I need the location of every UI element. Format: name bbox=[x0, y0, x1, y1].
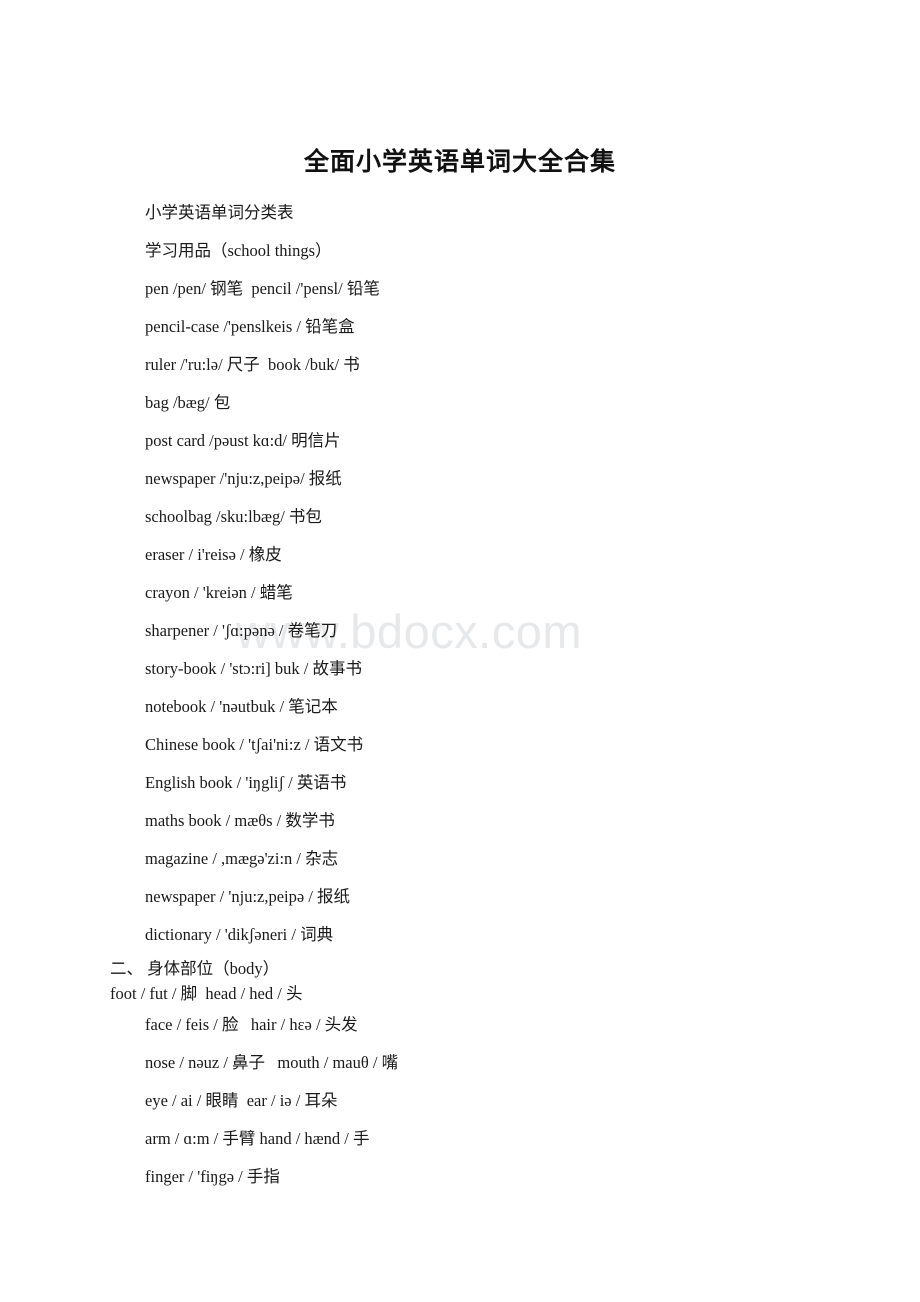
word-list: 小学英语单词分类表学习用品（school things） pen /pen/ 钢笔… bbox=[0, 180, 920, 1196]
line-entry-pen-pencil: pen /pen/ 钢笔 pencil /'pensl/ 铅笔 bbox=[145, 279, 380, 298]
line-entry-magazine: magazine / ,mægə'zi:n / 杂志 bbox=[145, 849, 339, 868]
line-entry-dictionary: dictionary / 'dikʃəneri / 词典 bbox=[145, 925, 334, 944]
line-entry-chinese-book: Chinese book / 'tʃai'ni:z / 语文书 bbox=[145, 735, 364, 754]
line-entry-finger: finger / 'fiŋgə / 手指 bbox=[145, 1167, 280, 1186]
page-title: 全面小学英语单词大全合集 bbox=[303, 149, 616, 176]
line-subtitle: 小学英语单词分类表 bbox=[145, 203, 294, 222]
line-entry-bag: bag /bæg/ 包 bbox=[145, 393, 231, 412]
line-entry-maths-book: maths book / mæθs / 数学书 bbox=[145, 811, 335, 830]
line-entry-newspaper-1: newspaper /'nju:z,peipə/ 报纸 bbox=[145, 469, 342, 488]
document-page: www.bdocx.com 全面小学英语单词大全合集 小学英语单词分类表 学习用品… bbox=[0, 0, 920, 1302]
line-entry-crayon: crayon / 'kreiən / 蜡笔 bbox=[145, 583, 293, 602]
line-entry-eye-ear: eye / ai / 眼睛 ear / iə / 耳朵 bbox=[145, 1091, 338, 1110]
line-entry-notebook: notebook / 'nəutbuk / 笔记本 bbox=[145, 697, 338, 716]
line-entry-arm-hand: arm / ɑ:m / 手臂 hand / hænd / 手 bbox=[145, 1129, 370, 1148]
document-content: 全面小学英语单词大全合集 小学英语单词分类表学习用品（school things… bbox=[0, 0, 920, 1196]
line-entry-schoolbag: schoolbag /sku:lbæg/ 书包 bbox=[145, 507, 322, 526]
line-entry-eraser: eraser / i'reisə / 橡皮 bbox=[145, 545, 282, 564]
line-entry-story-book: story-book / 'stɔ:ri] buk / 故事书 bbox=[145, 659, 362, 678]
line-section-school-things: 学习用品（school things） bbox=[145, 241, 332, 260]
line-entry-post-card: post card /pəust kɑ:d/ 明信片 bbox=[145, 431, 341, 450]
line-entry-english-book: English book / 'iŋgliʃ / 英语书 bbox=[145, 773, 347, 792]
line-entry-pencil-case: pencil-case /'penslkeis / 铅笔盒 bbox=[145, 317, 355, 336]
line-entry-ruler-book: ruler /'ru:lə/ 尺子 book /buk/ 书 bbox=[145, 355, 360, 374]
line-entry-nose-mouth: nose / nəuz / 鼻子 mouth / mauθ / 嘴 bbox=[145, 1053, 399, 1072]
line-entry-foot-head: foot / fut / 脚 head / hed / 头 bbox=[110, 984, 303, 1003]
line-entry-face-hair: face / feis / 脸 hair / hɛə / 头发 bbox=[145, 1015, 358, 1034]
line-section-body: 二、 身体部位（body） bbox=[110, 959, 280, 978]
line-entry-newspaper-2: newspaper / 'nju:z,peipə / 报纸 bbox=[145, 887, 351, 906]
line-entry-sharpener: sharpener / 'ʃɑ:pənə / 卷笔刀 bbox=[145, 621, 338, 640]
